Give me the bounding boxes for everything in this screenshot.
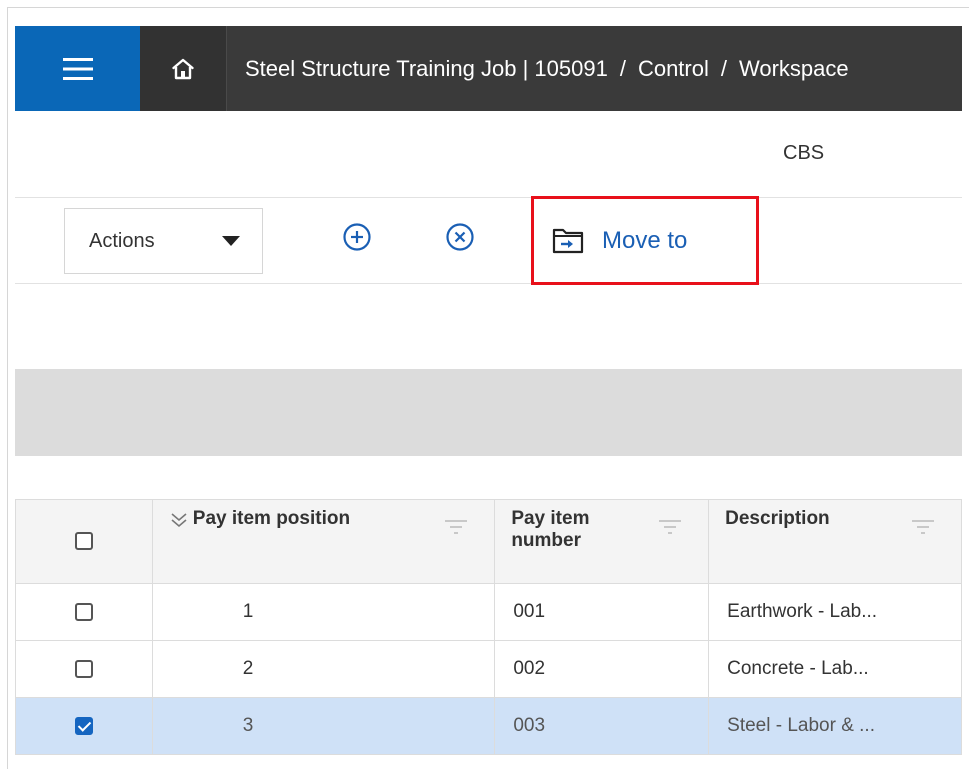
toolbar: Actions Move to (15, 196, 962, 285)
home-button[interactable] (140, 26, 227, 111)
column-header-number[interactable]: Pay item number (494, 499, 710, 584)
home-icon (172, 58, 194, 79)
cell-position: 1 (151, 583, 496, 641)
actions-label: Actions (89, 229, 155, 252)
cell-number: 002 (494, 640, 710, 698)
x-circle-icon[interactable] (445, 222, 475, 252)
filter-lines-icon[interactable] (911, 518, 935, 536)
row-checkbox-checked[interactable] (74, 716, 93, 735)
column-header-position[interactable]: Pay item position (151, 499, 496, 584)
cell-position: 3 (151, 697, 496, 755)
main-menu-button[interactable] (15, 26, 140, 111)
pay-items-table: Pay item position Pay item number Descri… (15, 499, 962, 755)
column-header-description[interactable]: Description (708, 499, 962, 584)
row-select-cell (15, 640, 153, 698)
section-header: CBS (15, 112, 962, 198)
breadcrumb-job[interactable]: Steel Structure Training Job | 105091 (245, 56, 608, 82)
row-checkbox[interactable] (74, 659, 93, 678)
move-to-folder-icon (552, 228, 584, 253)
caret-down-icon (222, 236, 240, 246)
breadcrumb: Steel Structure Training Job | 105091 / … (227, 56, 962, 82)
actions-dropdown[interactable]: Actions (64, 208, 263, 274)
row-checkbox[interactable] (74, 602, 93, 621)
table-row[interactable]: 2 002 Concrete - Lab... (15, 640, 962, 698)
group-header-band (15, 369, 962, 456)
cell-number: 003 (494, 697, 710, 755)
select-all-cell (15, 499, 153, 584)
top-navigation-bar: Steel Structure Training Job | 105091 / … (15, 26, 962, 111)
table-row-selected[interactable]: 3 003 Steel - Labor & ... (15, 697, 962, 755)
column-header-label: Pay item number (511, 508, 590, 551)
breadcrumb-separator: / (720, 55, 727, 81)
chevron-double-down-icon[interactable] (169, 510, 189, 530)
row-select-cell (15, 583, 153, 641)
cell-description: Steel - Labor & ... (708, 697, 962, 755)
filter-lines-icon[interactable] (444, 518, 468, 536)
section-title: CBS (783, 142, 825, 164)
plus-circle-icon[interactable] (342, 222, 372, 252)
cell-description: Earthwork - Lab... (708, 583, 962, 641)
move-to-button[interactable]: Move to (531, 196, 759, 285)
row-select-cell (15, 697, 153, 755)
table-row[interactable]: 1 001 Earthwork - Lab... (15, 583, 962, 641)
cell-position: 2 (151, 640, 496, 698)
breadcrumb-control[interactable]: Control (638, 56, 709, 82)
table-header-row: Pay item position Pay item number Descri… (15, 499, 962, 584)
cell-number: 001 (494, 583, 710, 641)
breadcrumb-separator: / (619, 55, 626, 81)
select-all-checkbox[interactable] (74, 532, 93, 551)
breadcrumb-workspace[interactable]: Workspace (739, 56, 849, 82)
filter-lines-icon[interactable] (658, 518, 682, 536)
cell-description: Concrete - Lab... (708, 640, 962, 698)
move-to-label: Move to (602, 226, 688, 254)
hamburger-menu-icon (62, 57, 93, 80)
